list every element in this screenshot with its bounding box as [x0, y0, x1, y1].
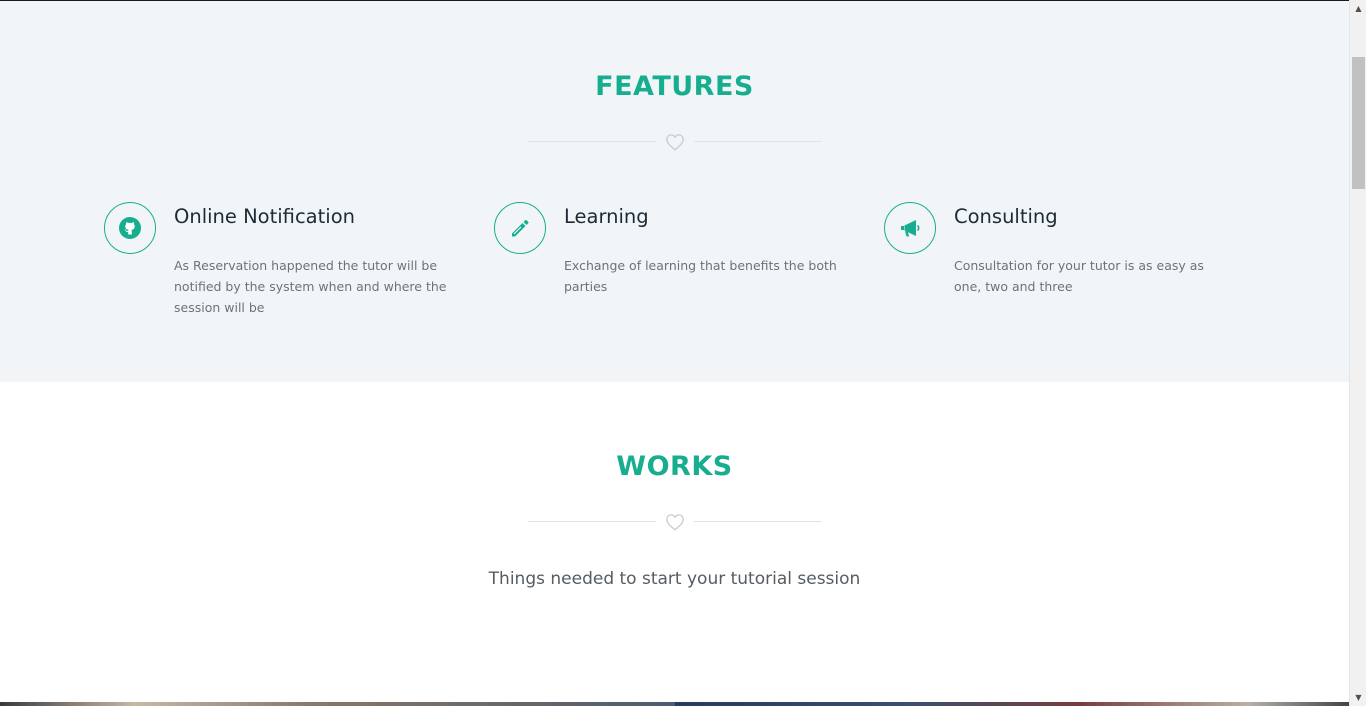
feature-description: Exchange of learning that benefits the b…	[564, 258, 837, 294]
features-divider	[528, 131, 822, 153]
divider-line-right	[694, 521, 822, 522]
heart-outline-icon	[666, 514, 684, 531]
features-section: FEATURES Online Notification As Reservat…	[0, 1, 1349, 382]
heart-outline-icon	[666, 134, 684, 151]
divider-line-left	[528, 141, 656, 142]
divider-line-left	[528, 521, 656, 522]
github-icon	[104, 202, 156, 254]
feature-title: Online Notification	[174, 205, 355, 228]
pencil-icon	[494, 202, 546, 254]
works-image-right[interactable]	[675, 702, 1349, 706]
feature-learning: Learning Exchange of learning that benef…	[494, 201, 854, 341]
page-viewport: FEATURES Online Notification As Reservat…	[0, 0, 1349, 706]
feature-title: Learning	[564, 205, 649, 228]
vertical-scrollbar[interactable]: ▲ ▼	[1349, 0, 1366, 706]
feature-description: Consultation for your tutor is as easy a…	[954, 258, 1204, 294]
feature-title: Consulting	[954, 205, 1058, 228]
works-divider	[528, 511, 822, 533]
works-gallery-preview	[0, 702, 1349, 706]
works-section: WORKS Things needed to start your tutori…	[0, 382, 1349, 706]
features-title: FEATURES	[595, 71, 754, 102]
works-image-left[interactable]	[0, 702, 675, 706]
feature-description: As Reservation happened the tutor will b…	[174, 258, 447, 315]
scroll-down-arrow-icon[interactable]: ▼	[1350, 689, 1366, 706]
scroll-up-arrow-icon[interactable]: ▲	[1350, 0, 1366, 17]
feature-online-notification: Online Notification As Reservation happe…	[104, 201, 464, 341]
megaphone-icon	[884, 202, 936, 254]
feature-consulting: Consulting Consultation for your tutor i…	[884, 201, 1244, 341]
divider-line-right	[694, 141, 822, 142]
works-title: WORKS	[616, 451, 733, 482]
scrollbar-thumb[interactable]	[1352, 57, 1365, 189]
works-subtitle: Things needed to start your tutorial ses…	[488, 569, 861, 589]
